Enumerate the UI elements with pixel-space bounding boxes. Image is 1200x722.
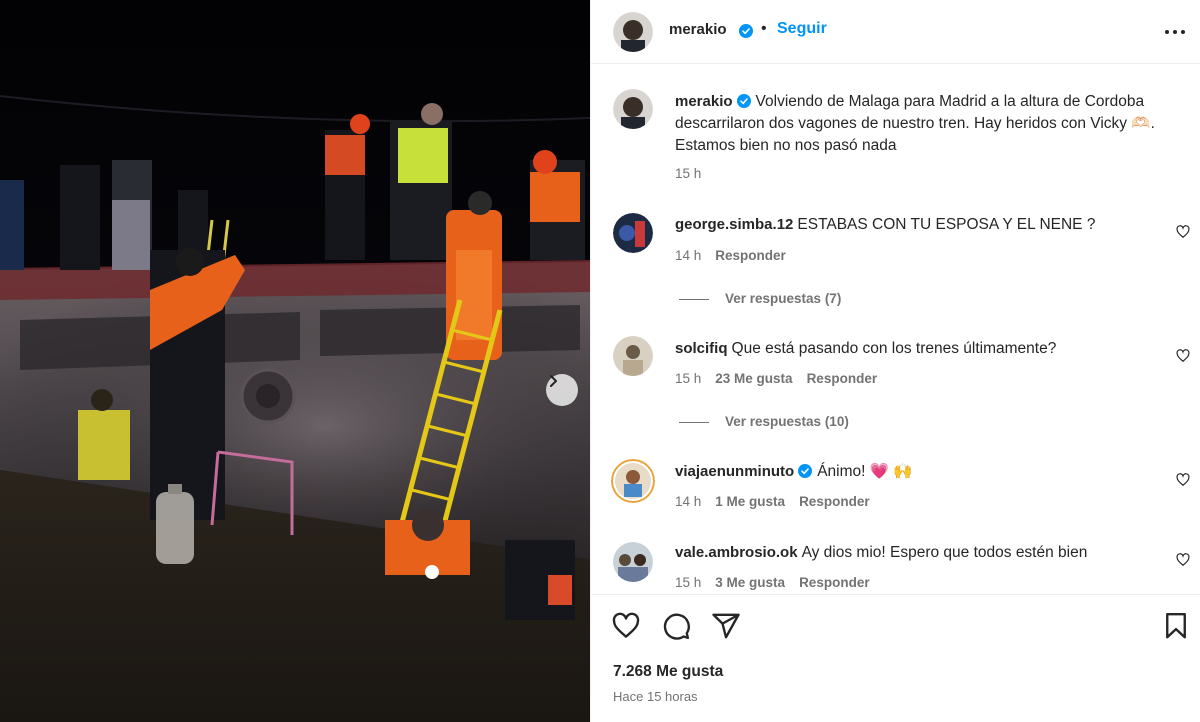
view-replies-label: Ver respuestas (10) xyxy=(725,414,849,429)
comment-time: 15 h xyxy=(675,575,702,590)
comment-likes[interactable]: 3 Me gusta xyxy=(715,575,785,590)
comment-item: viajaenunminuto Ánimo! 💗 🙌 xyxy=(675,461,1155,483)
heart-icon[interactable] xyxy=(611,611,641,641)
comment-like-heart-icon[interactable] xyxy=(1176,349,1190,363)
post-header: merakio • Seguir xyxy=(591,0,1200,64)
chevron-right-icon xyxy=(550,375,557,387)
comment-likes[interactable]: 23 Me gusta xyxy=(715,371,792,386)
caption-time: 15 h xyxy=(675,166,702,181)
comment-text: Ánimo! 💗 🙌 xyxy=(817,463,913,480)
comment-item: george.simba.12 ESTABAS CON TU ESPOSA Y E… xyxy=(675,214,1155,236)
comment-meta: 15 h 3 Me gusta Responder xyxy=(675,575,884,590)
comments-list[interactable]: merakio Volviendo de Malaga para Madrid a… xyxy=(591,65,1200,593)
comment-text: Que está pasando con los trenes últimame… xyxy=(731,340,1057,357)
comment-text: Ay dios mio! Espero que todos estén bien xyxy=(801,544,1088,561)
author-username[interactable]: merakio xyxy=(669,21,727,38)
post-caption: merakio Volviendo de Malaga para Madrid a… xyxy=(675,91,1175,157)
author-avatar[interactable] xyxy=(613,12,653,52)
verified-badge-icon xyxy=(798,464,813,478)
view-replies-button[interactable]: Ver respuestas (10) xyxy=(679,414,849,429)
post-actions: 7.268 Me gusta Hace 15 horas xyxy=(591,594,1200,722)
separator-dot: • xyxy=(761,20,767,37)
commenter-username[interactable]: george.simba.12 xyxy=(675,216,793,233)
train-derailment-photo xyxy=(0,0,590,722)
post-timestamp: Hace 15 horas xyxy=(613,689,698,704)
comment-text: ESTABAS CON TU ESPOSA Y EL NENE ? xyxy=(797,216,1096,233)
reply-button[interactable]: Responder xyxy=(807,371,878,386)
author-avatar[interactable] xyxy=(613,89,653,129)
view-replies-button[interactable]: Ver respuestas (7) xyxy=(679,291,841,306)
post-details-panel: merakio • Seguir merakio Volviendo de Mal… xyxy=(590,0,1200,722)
commenter-avatar[interactable] xyxy=(611,459,655,503)
comment-like-heart-icon[interactable] xyxy=(1176,473,1190,487)
comment-item: solcifiq Que está pasando con los trenes … xyxy=(675,338,1155,360)
bookmark-icon[interactable] xyxy=(1161,611,1191,641)
share-icon[interactable] xyxy=(711,611,741,641)
comment-like-heart-icon[interactable] xyxy=(1176,225,1190,239)
commenter-username[interactable]: vale.ambrosio.ok xyxy=(675,544,798,561)
caption-username[interactable]: merakio xyxy=(675,93,733,110)
comment-time: 15 h xyxy=(675,371,702,386)
view-replies-label: Ver respuestas (7) xyxy=(725,291,842,306)
verified-badge-icon xyxy=(739,24,753,38)
follow-button[interactable]: Seguir xyxy=(777,20,827,38)
comment-icon[interactable] xyxy=(661,611,691,641)
reply-button[interactable]: Responder xyxy=(715,248,786,263)
comment-meta: 15 h 23 Me gusta Responder xyxy=(675,371,891,386)
replies-divider xyxy=(679,298,709,300)
commenter-avatar[interactable] xyxy=(613,336,653,376)
reply-button[interactable]: Responder xyxy=(799,575,870,590)
comment-meta: 14 h 1 Me gusta Responder xyxy=(675,494,884,509)
comment-time: 14 h xyxy=(675,248,702,263)
more-options-icon[interactable] xyxy=(1163,22,1187,42)
verified-badge-icon xyxy=(736,94,751,108)
likes-count[interactable]: 7.268 Me gusta xyxy=(613,663,723,681)
commenter-avatar[interactable] xyxy=(613,542,653,582)
comment-item: vale.ambrosio.ok Ay dios mio! Espero que … xyxy=(675,542,1155,564)
commenter-username[interactable]: viajaenunminuto xyxy=(675,463,794,480)
comment-likes[interactable]: 1 Me gusta xyxy=(715,494,785,509)
replies-divider xyxy=(679,421,709,423)
comment-meta: 14 h Responder xyxy=(675,248,800,263)
reply-button[interactable]: Responder xyxy=(799,494,870,509)
comment-time: 14 h xyxy=(675,494,702,509)
comment-like-heart-icon[interactable] xyxy=(1176,553,1190,567)
commenter-username[interactable]: solcifiq xyxy=(675,340,728,357)
post-photo xyxy=(0,0,590,722)
next-photo-button[interactable] xyxy=(546,374,578,406)
caption-meta: 15 h xyxy=(675,166,715,181)
commenter-avatar[interactable] xyxy=(613,213,653,253)
